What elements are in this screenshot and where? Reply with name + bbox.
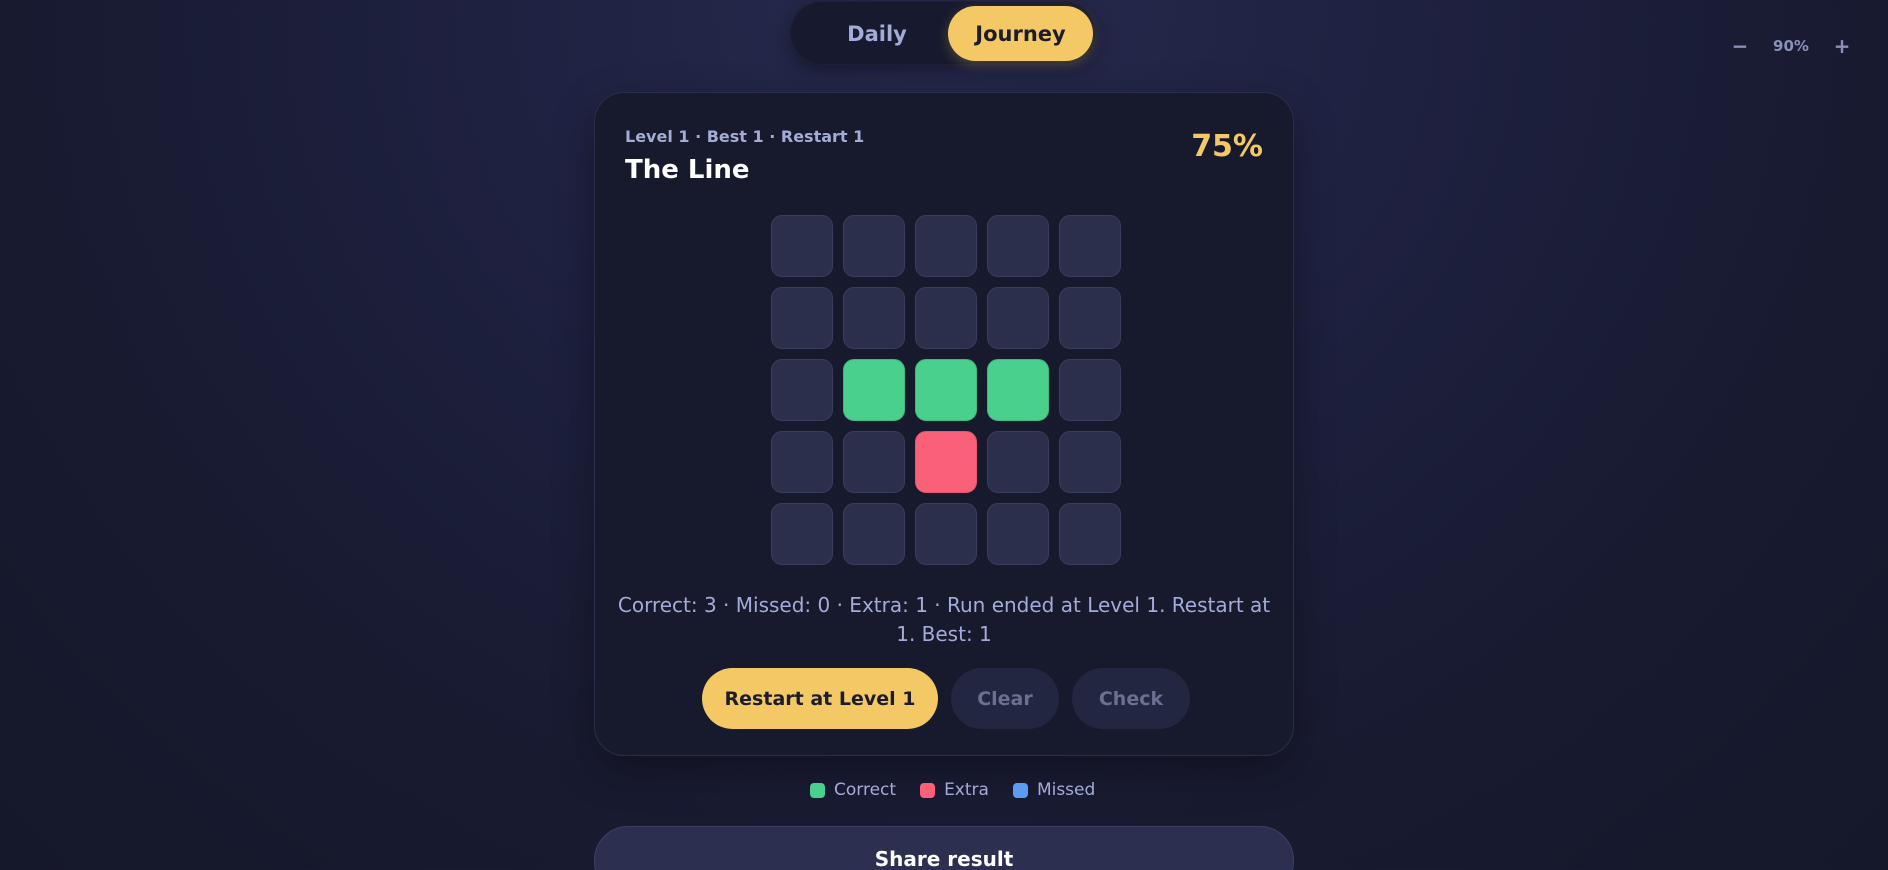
legend-item-correct: Correct: [810, 780, 896, 800]
check-button[interactable]: Check: [1072, 668, 1190, 729]
grid-cell-r1-c2[interactable]: [843, 215, 905, 277]
grid-cell-r4-c1[interactable]: [771, 431, 833, 493]
mode-toggle: Daily Journey: [790, 1, 1096, 65]
legend-label-missed: Missed: [1036, 780, 1096, 800]
grid-cell-r3-c2[interactable]: [843, 359, 905, 421]
grid-cell-r5-c4[interactable]: [987, 503, 1049, 565]
level-meta: Level 1 · Best 1 · Restart 1: [625, 127, 865, 146]
legend-item-missed: Missed: [1012, 780, 1096, 800]
extra-swatch: [920, 782, 936, 798]
grid-cell-r4-c4[interactable]: [987, 431, 1049, 493]
legend-label-extra: Extra: [944, 780, 989, 800]
zoom-level: 90%: [1773, 37, 1809, 55]
grid-cell-r2-c1[interactable]: [771, 287, 833, 349]
game-card: Level 1 · Best 1 · Restart 1 The Line 75…: [594, 92, 1294, 756]
legend: Correct Extra Missed: [810, 780, 1095, 800]
clear-button[interactable]: Clear: [951, 668, 1059, 729]
action-bar: Restart at Level 1 Clear Check: [595, 668, 1293, 730]
journey-mode-button[interactable]: Journey: [948, 6, 1093, 61]
puzzle-title: The Line: [625, 155, 750, 185]
zoom-in-button[interactable]: +: [1828, 32, 1856, 60]
grid-cell-r3-c1[interactable]: [771, 359, 833, 421]
restart-button[interactable]: Restart at Level 1: [702, 668, 938, 729]
grid-cell-r1-c4[interactable]: [987, 215, 1049, 277]
grid-cell-r1-c3[interactable]: [915, 215, 977, 277]
grid-cell-r2-c5[interactable]: [1059, 287, 1121, 349]
score-percent: 75%: [1191, 129, 1263, 164]
zoom-out-button[interactable]: −: [1726, 32, 1754, 60]
grid-cell-r3-c5[interactable]: [1059, 359, 1121, 421]
grid-cell-r5-c3[interactable]: [915, 503, 977, 565]
result-summary: Correct: 3 · Missed: 0 · Extra: 1 · Run …: [617, 593, 1271, 646]
zoom-control: − 90% +: [1726, 30, 1856, 62]
puzzle-grid: [771, 215, 1125, 569]
grid-cell-r3-c3[interactable]: [915, 359, 977, 421]
grid-cell-r3-c4[interactable]: [987, 359, 1049, 421]
grid-cell-r4-c5[interactable]: [1059, 431, 1121, 493]
grid-cell-r1-c1[interactable]: [771, 215, 833, 277]
grid-cell-r5-c5[interactable]: [1059, 503, 1121, 565]
grid-cell-r2-c3[interactable]: [915, 287, 977, 349]
grid-cell-r5-c2[interactable]: [843, 503, 905, 565]
legend-label-correct: Correct: [834, 780, 897, 800]
grid-cell-r2-c2[interactable]: [843, 287, 905, 349]
share-result-button[interactable]: Share result: [594, 826, 1294, 870]
daily-mode-button[interactable]: Daily: [804, 6, 950, 61]
missed-swatch: [1012, 782, 1028, 798]
grid-cell-r4-c3[interactable]: [915, 431, 977, 493]
grid-cell-r5-c1[interactable]: [771, 503, 833, 565]
grid-cell-r1-c5[interactable]: [1059, 215, 1121, 277]
correct-swatch: [810, 782, 825, 798]
grid-cell-r4-c2[interactable]: [843, 431, 905, 493]
legend-item-extra: Extra: [920, 780, 989, 800]
grid-cell-r2-c4[interactable]: [987, 287, 1049, 349]
